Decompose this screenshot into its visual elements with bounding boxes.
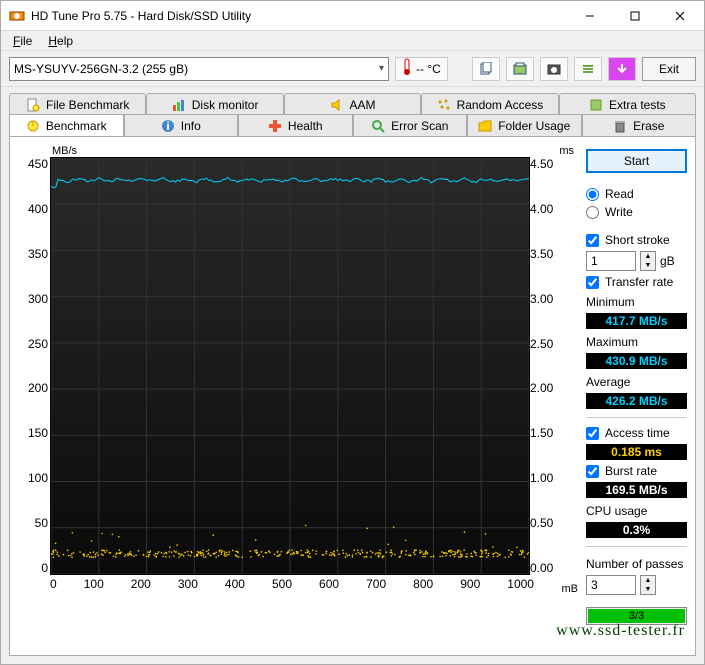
tab-folder-usage[interactable]: Folder Usage xyxy=(467,114,582,136)
start-button[interactable]: Start xyxy=(586,149,687,173)
side-panel: Start Read Write Short stroke ▲▼ gB Tran… xyxy=(586,145,687,647)
temperature-box: -- °C xyxy=(395,57,448,81)
toolbar: MS-YSUYV-256GN-3.2 (255 gB) ▾ -- °C Exit xyxy=(1,51,704,87)
copy-info-button[interactable] xyxy=(472,57,500,81)
value-access-time: 0.185 ms xyxy=(586,444,687,460)
y-axis-left-label: MB/s xyxy=(52,145,77,157)
tabs-container: File Benchmark Disk monitor AAM Random A… xyxy=(1,87,704,136)
temperature-value: -- °C xyxy=(416,62,441,76)
menu-help[interactable]: Help xyxy=(40,32,81,50)
y-axis-right-label: ms xyxy=(559,145,574,157)
value-minimum: 417.7 MB/s xyxy=(586,313,687,329)
y-ticks-left: 450400350300250200150100500 xyxy=(18,157,48,575)
y-ticks-right: 4.504.003.503.002.502.001.501.000.500.00 xyxy=(530,157,560,575)
file-benchmark-icon xyxy=(26,98,40,112)
value-burst-rate: 169.5 MB/s xyxy=(586,482,687,498)
content-pane: MB/s ms 450400350300250200150100500 4.50… xyxy=(9,136,696,656)
chart-area: MB/s ms 450400350300250200150100500 4.50… xyxy=(18,145,578,605)
extra-tests-icon xyxy=(589,98,603,112)
speaker-icon xyxy=(330,98,344,112)
tab-benchmark[interactable]: Benchmark xyxy=(9,114,124,136)
check-short-stroke[interactable]: Short stroke xyxy=(586,233,687,247)
tab-info[interactable]: iInfo xyxy=(124,114,239,136)
short-stroke-input[interactable] xyxy=(586,251,636,271)
x-ticks: 01002003004005006007008009001000 xyxy=(50,577,534,591)
check-access-time[interactable]: Access time xyxy=(586,426,687,440)
label-cpu-usage: CPU usage xyxy=(586,504,687,518)
drive-select[interactable]: MS-YSUYV-256GN-3.2 (255 gB) ▾ xyxy=(9,57,389,81)
random-access-icon xyxy=(437,98,451,112)
tab-erase[interactable]: Erase xyxy=(582,114,697,136)
close-button[interactable] xyxy=(657,2,702,30)
value-cpu-usage: 0.3% xyxy=(586,522,687,538)
benchmark-icon xyxy=(26,119,40,133)
disk-monitor-icon xyxy=(172,98,186,112)
value-maximum: 430.9 MB/s xyxy=(586,353,687,369)
window-controls xyxy=(567,2,702,30)
label-passes: Number of passes xyxy=(586,557,687,571)
save-screenshot-button[interactable] xyxy=(540,57,568,81)
value-average: 426.2 MB/s xyxy=(586,393,687,409)
thermometer-icon xyxy=(402,58,412,79)
label-maximum: Maximum xyxy=(586,335,687,349)
watermark: www.ssd-tester.fr xyxy=(556,622,685,640)
label-average: Average xyxy=(586,375,687,389)
svg-text:i: i xyxy=(166,119,169,133)
tab-aam[interactable]: AAM xyxy=(284,93,421,115)
menubar: File Help xyxy=(1,31,704,51)
error-scan-icon xyxy=(371,119,385,133)
folder-icon xyxy=(478,119,492,133)
exit-button[interactable]: Exit xyxy=(642,57,696,81)
radio-write[interactable]: Write xyxy=(586,205,687,219)
info-icon: i xyxy=(161,119,175,133)
passes-row: ▲▼ xyxy=(586,575,687,595)
trash-icon xyxy=(613,119,627,133)
maximize-button[interactable] xyxy=(612,2,657,30)
health-icon xyxy=(268,119,282,133)
tab-extra-tests[interactable]: Extra tests xyxy=(559,93,696,115)
chart-plot xyxy=(50,157,530,575)
tab-disk-monitor[interactable]: Disk monitor xyxy=(146,93,283,115)
passes-spinner[interactable]: ▲▼ xyxy=(640,575,656,595)
app-icon xyxy=(9,8,25,24)
drive-select-value: MS-YSUYV-256GN-3.2 (255 gB) xyxy=(14,62,188,76)
options-button[interactable] xyxy=(574,57,602,81)
tab-health[interactable]: Health xyxy=(238,114,353,136)
tab-error-scan[interactable]: Error Scan xyxy=(353,114,468,136)
menu-file[interactable]: File xyxy=(5,32,40,50)
titlebar: HD Tune Pro 5.75 - Hard Disk/SSD Utility xyxy=(1,1,704,31)
minimize-button[interactable] xyxy=(567,2,612,30)
passes-input[interactable] xyxy=(586,575,636,595)
short-stroke-spinner[interactable]: ▲▼ xyxy=(640,251,656,271)
tab-file-benchmark[interactable]: File Benchmark xyxy=(9,93,146,115)
x-axis-label: mB xyxy=(562,583,579,595)
app-window: HD Tune Pro 5.75 - Hard Disk/SSD Utility… xyxy=(0,0,705,665)
check-burst-rate[interactable]: Burst rate xyxy=(586,464,687,478)
window-title: HD Tune Pro 5.75 - Hard Disk/SSD Utility xyxy=(31,9,567,23)
chevron-down-icon: ▾ xyxy=(379,63,384,74)
tab-random-access[interactable]: Random Access xyxy=(421,93,558,115)
label-minimum: Minimum xyxy=(586,295,687,309)
save-button[interactable] xyxy=(608,57,636,81)
tab-row-2: Benchmark iInfo Health Error Scan Folder… xyxy=(9,114,696,136)
check-transfer-rate[interactable]: Transfer rate xyxy=(586,275,687,289)
copy-screenshot-button[interactable] xyxy=(506,57,534,81)
short-stroke-value-row: ▲▼ gB xyxy=(586,251,687,271)
chart-svg xyxy=(51,158,529,574)
tab-row-1: File Benchmark Disk monitor AAM Random A… xyxy=(9,93,696,115)
radio-read[interactable]: Read xyxy=(586,187,687,201)
